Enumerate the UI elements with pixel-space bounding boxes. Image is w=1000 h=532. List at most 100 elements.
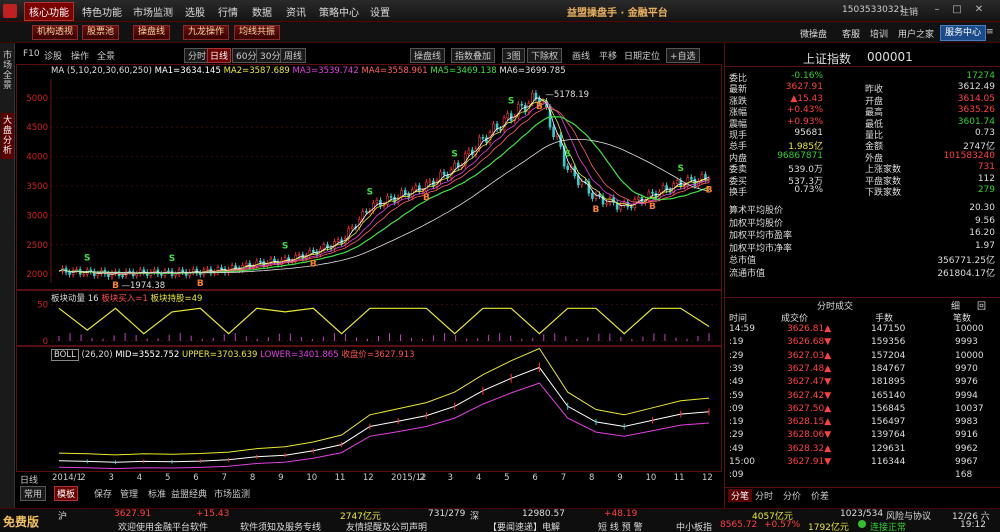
x-tick-label: 4 [475,473,482,483]
x-tick-label: 9 [617,473,623,483]
smallcap-amount: 1792亿元 [808,523,849,532]
tick-volume: 147150 [871,324,906,334]
index-overlay-dropdown[interactable]: 指数叠加 [451,48,496,63]
quote-value: 3635.26 [957,105,995,116]
menu-news[interactable]: 资讯 [286,4,306,19]
tick-time: 15:00 [729,457,755,467]
add-watchlist-button[interactable]: +自选 [666,48,700,63]
date-locate-button[interactable]: 日期定位 [624,49,660,62]
stat-label: 加权平均市盈率 [729,231,793,242]
maximize-icon[interactable]: □ [950,3,964,17]
overview-button[interactable]: 全景 [97,49,115,62]
period-weekly[interactable]: 周线 [280,48,307,63]
draw-line-button[interactable]: 画线 [572,49,590,62]
candle-body [350,226,354,229]
short-alert[interactable]: 短 线 预 警 [598,520,643,532]
logout-link[interactable]: 注销 [900,5,918,18]
candle-body [651,191,654,194]
feature-toolbar: 机构透视 股票池 操盘线 九龙操作 均线共振 微操盘 客服 培训 用户之家 服务… [0,22,1000,43]
tick-volume: 116344 [871,457,906,467]
tick-count: 9983 [955,417,978,428]
diagnose-button[interactable]: 诊股 [44,49,62,62]
stat-value: 356771.25亿 [937,256,995,267]
price-chart-svg: 2000 2500 3000 3500 4000 4500 5000 —5178.19 —197… [26,79,717,289]
menu-stock-pick[interactable]: 选股 [185,4,205,19]
sector-momentum-pane[interactable]: 板块动量 16 板块买入=1 板块持股=49 0 50 [16,290,722,346]
tab-market-overview[interactable]: 市场全景 [1,51,14,91]
candle-body [428,180,432,183]
tab-ticks[interactable]: 分笔 [728,489,753,502]
menu-features[interactable]: 特色功能 [82,4,122,19]
market-monitor-tab[interactable]: 市场监测 [214,487,250,500]
ex-rights-dropdown[interactable]: 下除权 [527,48,563,63]
tab-intraday[interactable]: 分时 [755,489,773,502]
three-chart-dropdown[interactable]: 3图 [502,48,525,63]
inst-view-button[interactable]: 机构透视 [32,25,79,40]
candle-body [255,260,259,267]
quote-label: 换手 [729,188,748,198]
sell-signal: S [677,164,683,174]
stock-pool-button[interactable]: 股票池 [82,25,120,40]
x-tick-label: 2 [80,473,86,483]
chart-toolbar: F10 诊股 操作 全景 分时 日线 60分 30分 周线 操盘线 指数叠加 3… [16,48,722,64]
buy-signal: B [536,102,543,112]
tick-time: :39 [729,363,744,374]
sz-label: 深 [470,512,480,522]
user-home-link[interactable]: 用户之家 [898,27,934,40]
boll-pane[interactable]: BOLL (26,20) MID=3552.752 UPPER=3703.639… [16,346,722,472]
quote-value: +0.43% [786,105,823,116]
candle-body [336,239,340,242]
menu-settings[interactable]: 设置 [370,4,390,19]
trade-line-dropdown[interactable]: 操盘线 [410,48,446,63]
menu-core[interactable]: 核心功能 [24,2,74,21]
save-button[interactable]: 保存 [94,487,112,500]
period-daily[interactable]: 日线 [207,48,232,63]
news-telegram[interactable]: 【要闻速递】电解 [488,520,560,532]
buy-signal: B [423,193,430,203]
main-chart-pane[interactable]: MA (5,10,20,30,60,250) MA1=3634.145 MA2=… [16,64,722,290]
manage-button[interactable]: 管理 [120,487,138,500]
minimize-icon[interactable]: – [930,3,944,17]
operate-button[interactable]: 操作 [71,49,89,62]
notice-service-link[interactable]: 软件须知及服务专线 [240,520,321,532]
candle-body [372,202,375,212]
stat-label: 加权平均股价 [729,218,784,229]
menu-strategy[interactable]: 策略中心 [319,4,359,19]
f10-button[interactable]: F10 [23,49,40,59]
tab-spread[interactable]: 价差 [811,489,829,502]
customer-service-link[interactable]: 客服 [842,27,860,40]
tick-price: 3628.06▼ [787,430,832,441]
template-tab[interactable]: 模板 [54,486,79,501]
tick-count: 9994 [955,390,978,401]
training-link[interactable]: 培训 [870,27,888,40]
close-icon[interactable]: ✕ [972,3,986,17]
service-center-button[interactable]: 服务中心 [940,25,987,41]
trade-line-button[interactable]: 操盘线 [133,25,171,40]
tab-market-analysis[interactable]: 大盘分析 [1,113,14,159]
y-tick-label: 3500 [26,182,48,192]
toolbar-menu-icon[interactable]: ≡ [986,27,994,37]
menu-quotes[interactable]: 行情 [218,4,238,19]
ticks-back-button[interactable]: 回 [977,299,986,312]
common-dropdown[interactable]: 常用 [20,486,47,501]
jiulong-button[interactable]: 九龙操作 [183,25,230,40]
sell-signal: S [367,188,373,198]
tab-by-price[interactable]: 分价 [783,489,801,502]
account-id[interactable]: 15035330321 [842,5,905,15]
quote-value: 3612.49 [957,82,995,93]
ma-resonance-button[interactable]: 均线共振 [234,25,281,40]
candle-body [442,171,446,175]
sell-signal: S [451,149,457,159]
notice-disclaimer-link[interactable]: 友情提醒及公司声明 [346,520,427,532]
menu-data[interactable]: 数据 [252,4,272,19]
tick-price: 3627.42▼ [787,390,832,401]
quote-value: 101583240 [943,150,995,161]
standard-tab[interactable]: 标准 [148,487,166,500]
y-tick-label: 2000 [26,270,48,280]
micro-trade-link[interactable]: 微操盘 [800,27,827,40]
stat-value: 20.30 [969,203,995,213]
pan-button[interactable]: 平移 [599,49,617,62]
classic-tab[interactable]: 益盟经典 [171,487,207,500]
menu-market-monitor[interactable]: 市场监测 [133,4,173,19]
ticks-header: 分时成交 细 回 [725,297,1000,312]
